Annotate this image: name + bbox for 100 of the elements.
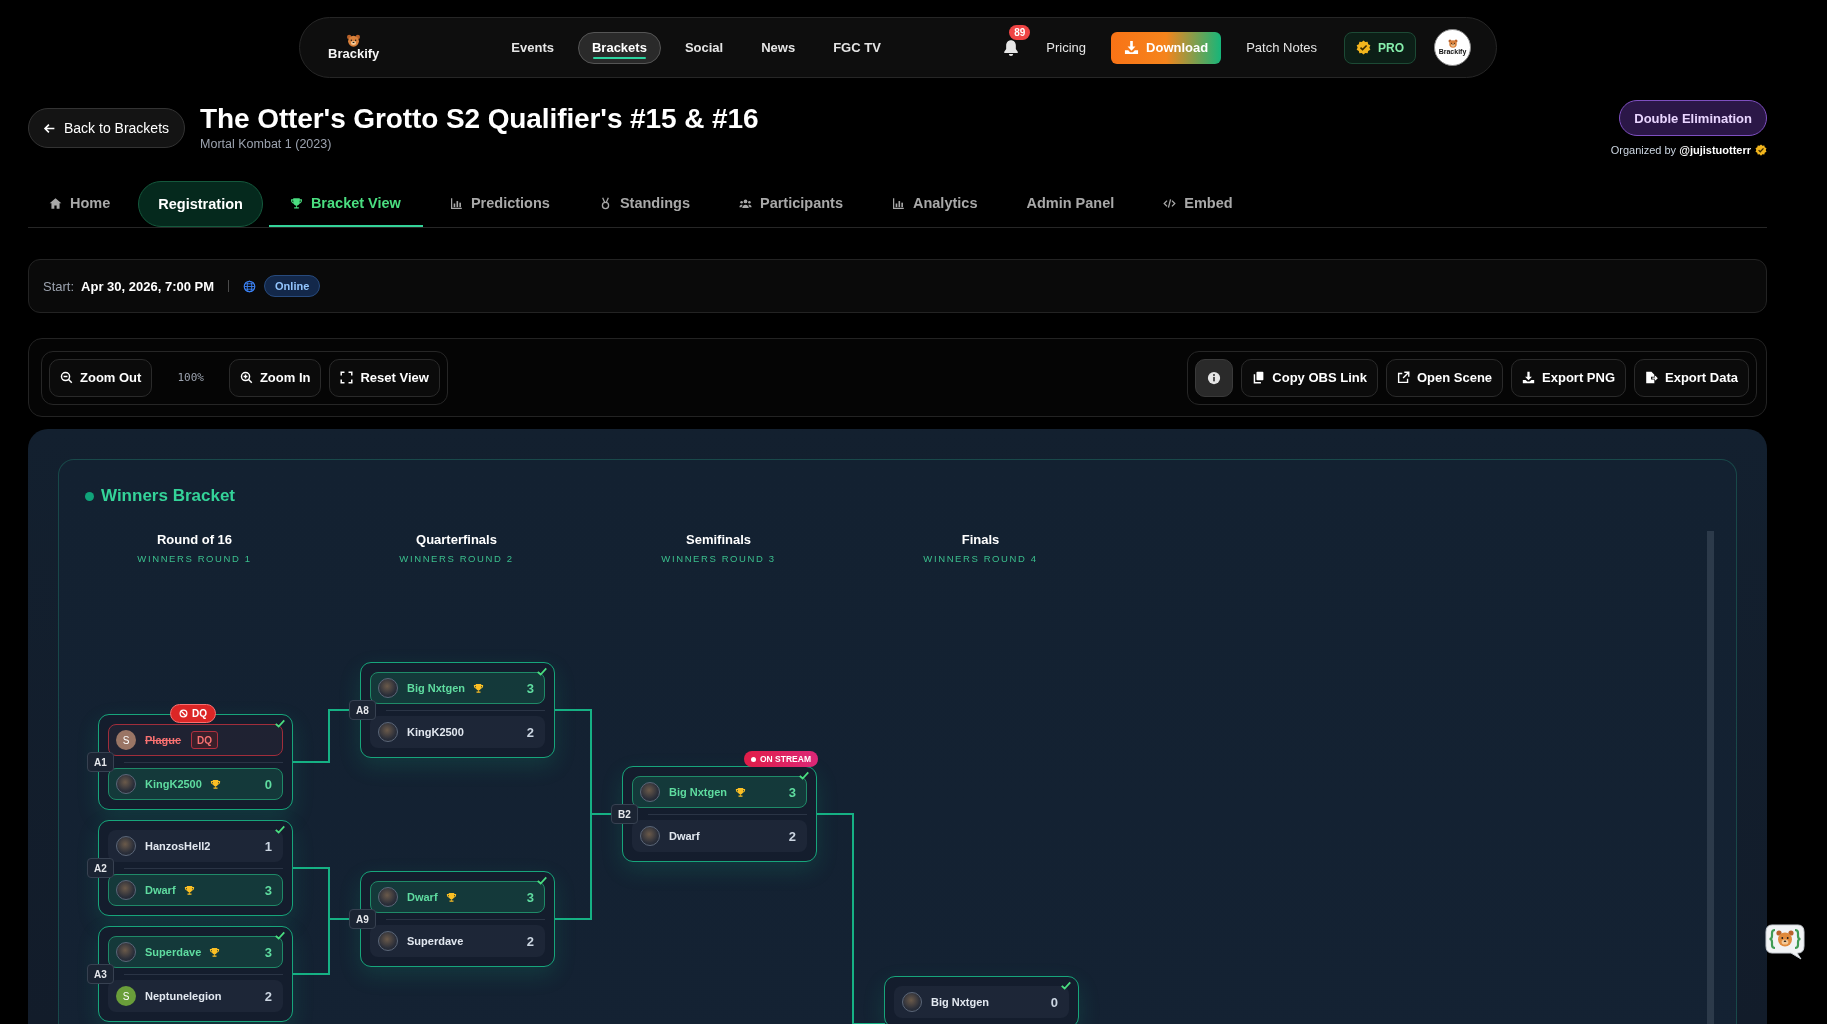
player-row[interactable]: Dwarf 3 bbox=[370, 881, 545, 913]
nav-link[interactable]: Brackets bbox=[577, 31, 661, 64]
brackify-logo[interactable]: Brackify bbox=[328, 34, 380, 61]
player-score: 2 bbox=[264, 988, 272, 1004]
external-link-icon bbox=[1396, 371, 1410, 384]
trophy-icon bbox=[209, 946, 221, 958]
nav-link[interactable]: News bbox=[747, 31, 810, 64]
tab[interactable]: Admin Panel bbox=[1005, 181, 1137, 227]
player-score: 3 bbox=[526, 889, 534, 905]
format-pill: Double Elimination bbox=[1619, 100, 1767, 136]
player-score: 3 bbox=[264, 882, 272, 898]
player-score: 3 bbox=[526, 680, 534, 696]
player-name: Big Nxtgen bbox=[931, 996, 990, 1008]
trophy-icon bbox=[445, 891, 457, 903]
bell-icon bbox=[1002, 38, 1021, 57]
back-button[interactable]: Back to Brackets bbox=[28, 108, 186, 148]
player-name: Dwarf bbox=[407, 891, 438, 903]
player-row[interactable]: Big Nxtgen 3 bbox=[370, 672, 545, 704]
tab[interactable]: Predictions bbox=[428, 181, 572, 227]
tab[interactable]: Participants bbox=[717, 181, 865, 227]
nav-link[interactable]: Pricing bbox=[1046, 40, 1087, 55]
scrollbar[interactable] bbox=[1707, 531, 1714, 1024]
round-name: Finals bbox=[961, 532, 1000, 547]
player-name: Dwarf bbox=[669, 830, 700, 842]
toolbar-button[interactable]: Export Data bbox=[1634, 358, 1749, 397]
match-card[interactable]: Big Nxtgen 0 bbox=[884, 976, 1079, 1024]
tab[interactable]: Bracket View bbox=[268, 181, 423, 227]
player-avatar: S bbox=[116, 730, 136, 750]
file-export-icon bbox=[1645, 371, 1659, 384]
toolbar-button[interactable]: Open Scene bbox=[1385, 358, 1504, 397]
download-icon bbox=[1124, 40, 1140, 55]
player-score: 1 bbox=[264, 838, 272, 854]
player-name: Superdave bbox=[407, 935, 464, 947]
player-row[interactable]: HanzosHell2 1 bbox=[108, 830, 283, 862]
status-dot-icon bbox=[85, 491, 94, 501]
avatar-photo bbox=[116, 880, 136, 900]
player-name: Big Nxtgen bbox=[407, 682, 466, 694]
expand-icon bbox=[340, 371, 354, 384]
match-label: A3 bbox=[87, 964, 114, 984]
player-row[interactable]: Big Nxtgen 3 bbox=[632, 776, 807, 808]
tab[interactable]: Home bbox=[28, 181, 133, 227]
start-date: Apr 30, 2026, 7:00 PM bbox=[81, 278, 215, 294]
player-avatar: S bbox=[116, 986, 136, 1006]
nav-link[interactable]: Patch Notes bbox=[1246, 40, 1317, 55]
organizer-text: Organized by @jujistuotterr bbox=[1610, 144, 1751, 156]
player-row[interactable]: S Neptunelegion 2 bbox=[108, 980, 283, 1012]
nav-link[interactable]: Events bbox=[497, 31, 568, 64]
bear-chat-icon[interactable] bbox=[1764, 922, 1806, 962]
code-icon bbox=[1163, 196, 1177, 210]
match-label: A2 bbox=[87, 858, 114, 878]
bear-icon bbox=[346, 34, 362, 47]
trophy-icon bbox=[289, 196, 303, 210]
zoom-out-icon bbox=[60, 371, 73, 384]
player-name: Dwarf bbox=[145, 884, 176, 896]
info-button[interactable] bbox=[1195, 358, 1234, 397]
start-label: Start: bbox=[43, 278, 75, 294]
player-row[interactable]: Superdave 2 bbox=[370, 925, 545, 957]
avatar-photo bbox=[116, 942, 136, 962]
toolbar-button[interactable]: Export PNG bbox=[1511, 358, 1627, 397]
player-row[interactable]: KingK2500 2 bbox=[370, 716, 545, 748]
pro-button[interactable]: PRO bbox=[1344, 31, 1416, 64]
player-row[interactable]: Superdave 3 bbox=[108, 936, 283, 968]
bear-icon bbox=[1447, 39, 1458, 48]
reset-view-button[interactable]: Reset View bbox=[329, 358, 440, 397]
avatar-photo bbox=[640, 782, 660, 802]
player-row[interactable]: Big Nxtgen 0 bbox=[894, 986, 1069, 1018]
nav-link[interactable]: FGC TV bbox=[819, 31, 895, 64]
tab[interactable]: Embed bbox=[1142, 181, 1255, 227]
round-name: Quarterfinals bbox=[416, 532, 497, 547]
round-subtitle: WINNERS ROUND 1 bbox=[137, 553, 252, 564]
dq-tag: DQ bbox=[191, 731, 219, 749]
trophy-icon bbox=[209, 778, 221, 790]
avatar-photo bbox=[640, 826, 660, 846]
player-score: 0 bbox=[1050, 994, 1058, 1010]
player-score: 2 bbox=[788, 828, 796, 844]
round-name: Semifinals bbox=[686, 532, 751, 547]
zoom-level: 100% bbox=[176, 371, 205, 384]
info-icon bbox=[1207, 370, 1222, 385]
player-row[interactable]: Dwarf 3 bbox=[108, 874, 283, 906]
avatar-photo bbox=[378, 722, 398, 742]
player-score: 0 bbox=[264, 776, 272, 792]
avatar-photo bbox=[378, 887, 398, 907]
globe-icon bbox=[243, 279, 257, 293]
arrow-left-icon bbox=[43, 121, 56, 135]
player-score: 2 bbox=[526, 933, 534, 949]
player-row[interactable]: KingK2500 0 bbox=[108, 768, 283, 800]
tab[interactable]: Analytics bbox=[870, 181, 1000, 227]
toolbar-button[interactable]: Copy OBS Link bbox=[1241, 358, 1378, 397]
copy-icon bbox=[1252, 371, 1266, 384]
bar-chart-icon bbox=[891, 196, 905, 210]
tournament-title: The Otter's Grotto S2 Qualifier's #15 & #16 bbox=[200, 103, 759, 135]
zoom-in-button[interactable]: Zoom In bbox=[228, 358, 322, 397]
tab[interactable]: Registration bbox=[138, 181, 263, 227]
player-row[interactable]: Dwarf 2 bbox=[632, 820, 807, 852]
nav-link[interactable]: Social bbox=[670, 31, 738, 64]
zoom-out-button[interactable]: Zoom Out bbox=[49, 358, 153, 397]
tab[interactable]: Standings bbox=[577, 181, 712, 227]
player-row[interactable]: S Plague DQ bbox=[108, 724, 283, 756]
trophy-icon bbox=[183, 884, 195, 896]
round-subtitle: WINNERS ROUND 4 bbox=[923, 553, 1038, 564]
